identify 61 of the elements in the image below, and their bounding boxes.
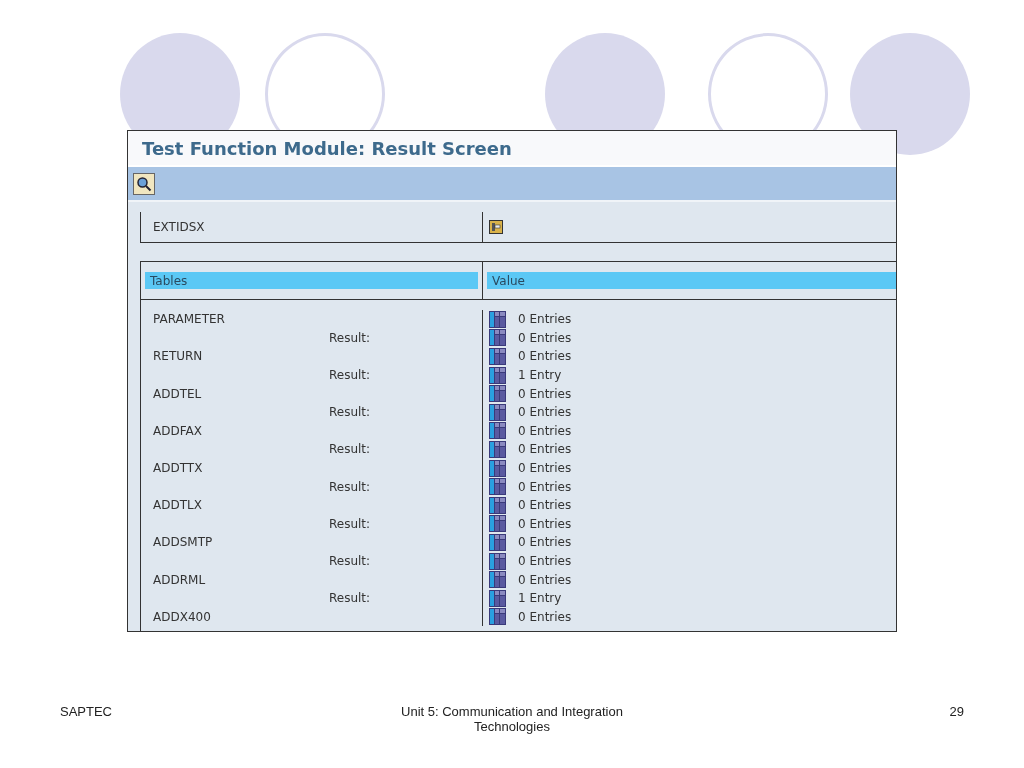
table-icon[interactable] bbox=[489, 440, 506, 458]
column-header: Tables bbox=[145, 272, 478, 289]
table-icon[interactable] bbox=[489, 608, 506, 626]
result-label: Result: bbox=[329, 405, 371, 420]
table-name: ADDFAX bbox=[153, 423, 202, 438]
table-name: ADDSMTP bbox=[153, 535, 213, 550]
table-name: ADDTLX bbox=[153, 498, 202, 513]
table-name: RETURN bbox=[153, 349, 203, 364]
result-label: Result: bbox=[329, 368, 371, 383]
table-icon[interactable] bbox=[489, 366, 506, 384]
page-number: 29 bbox=[949, 704, 964, 721]
column-header: Value bbox=[487, 272, 896, 289]
table-icon[interactable] bbox=[489, 496, 506, 514]
table-icon[interactable] bbox=[489, 478, 506, 496]
table-icon[interactable] bbox=[489, 459, 506, 477]
search-button[interactable] bbox=[133, 172, 155, 195]
table-name: PARAMETER bbox=[153, 312, 225, 327]
entry-count: 0 Entries bbox=[518, 405, 572, 420]
result-label: Result: bbox=[329, 479, 371, 494]
table-name: ADDTEL bbox=[153, 386, 202, 401]
table-icon[interactable] bbox=[489, 589, 506, 607]
table-icon[interactable] bbox=[489, 422, 506, 440]
entry-count: 0 Entries bbox=[518, 498, 572, 513]
entry-count: 0 Entries bbox=[518, 312, 572, 327]
entry-count: 0 Entries bbox=[518, 423, 572, 438]
entry-count: 0 Entries bbox=[518, 479, 572, 494]
entry-count: 0 Entries bbox=[518, 330, 572, 345]
table-icon[interactable] bbox=[489, 533, 506, 551]
result-label: Result: bbox=[329, 516, 371, 531]
table-name: ADDX400 bbox=[153, 609, 211, 624]
table-icon[interactable] bbox=[489, 385, 506, 403]
entry-count: 1 Entry bbox=[518, 591, 562, 606]
table-icon[interactable] bbox=[489, 515, 506, 533]
table-icon[interactable] bbox=[489, 310, 506, 328]
table-name: ADDTTX bbox=[153, 461, 203, 476]
result-label: Result: bbox=[329, 442, 371, 457]
entry-count: 0 Entries bbox=[518, 461, 572, 476]
structure-icon bbox=[489, 220, 503, 234]
entry-count: 0 Entries bbox=[518, 609, 572, 624]
table-name: ADDRML bbox=[153, 572, 206, 587]
entry-count: 0 Entries bbox=[518, 516, 572, 531]
table-icon[interactable] bbox=[489, 329, 506, 347]
table-icon[interactable] bbox=[489, 403, 506, 421]
entry-count: 0 Entries bbox=[518, 554, 572, 568]
entry-count: 0 Entries bbox=[518, 572, 572, 587]
entry-count: 1 Entry bbox=[518, 368, 562, 383]
search-icon bbox=[136, 175, 152, 192]
result-label: Result: bbox=[329, 554, 371, 568]
parameter-name: EXTIDSX bbox=[153, 220, 205, 234]
entry-count: 0 Entries bbox=[518, 349, 572, 364]
entry-count: 0 Entries bbox=[518, 386, 572, 401]
result-label: Result: bbox=[329, 591, 371, 606]
table-icon[interactable] bbox=[489, 348, 506, 365]
footer-label: SAPTEC bbox=[60, 704, 112, 721]
table-icon[interactable] bbox=[489, 571, 506, 589]
table-icon[interactable] bbox=[489, 552, 506, 570]
result-label: Result: bbox=[329, 330, 371, 345]
entry-count: 0 Entries bbox=[518, 535, 572, 550]
entry-count: 0 Entries bbox=[518, 442, 572, 457]
footer-title: Unit 5: Communication and Integration Technologies bbox=[400, 704, 624, 734]
window-title: Test Function Module: Result Screen bbox=[142, 137, 512, 159]
